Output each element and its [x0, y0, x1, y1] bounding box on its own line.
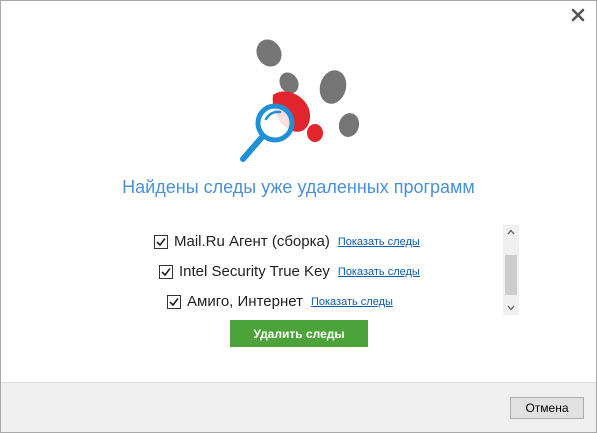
footprints-magnifier-icon: [240, 39, 360, 162]
checkmark-icon: [169, 297, 179, 306]
item-checkbox[interactable]: [167, 294, 181, 309]
chevron-down-icon: [507, 305, 515, 311]
program-list: Mail.Ru Агент (сборка) Показать следы In…: [111, 225, 517, 315]
program-name: Mail.Ru Агент (сборка): [174, 233, 330, 250]
scroll-up-button[interactable]: [503, 225, 519, 239]
delete-traces-button[interactable]: Удалить следы: [230, 320, 368, 347]
program-name: Амиго, Интернет: [187, 293, 303, 310]
dialog-footer: Отмена: [1, 382, 596, 432]
scroll-thumb[interactable]: [505, 255, 517, 295]
hero-illustration: [231, 35, 371, 165]
item-checkbox[interactable]: [154, 234, 168, 249]
program-name: Intel Security True Key: [179, 263, 330, 280]
list-item: Амиго, Интернет Показать следы: [167, 293, 393, 310]
dialog-title: Найдены следы уже удаленных программ: [122, 177, 475, 197]
list-scrollbar[interactable]: [503, 225, 519, 315]
scroll-down-button[interactable]: [503, 301, 519, 315]
show-traces-link[interactable]: Показать следы: [338, 236, 420, 248]
chevron-up-icon: [507, 229, 515, 235]
show-traces-link[interactable]: Показать следы: [311, 296, 393, 308]
item-checkbox[interactable]: [159, 264, 173, 279]
show-traces-link[interactable]: Показать следы: [338, 266, 420, 278]
close-icon: [571, 8, 585, 22]
cancel-button[interactable]: Отмена: [510, 397, 584, 419]
list-item: Mail.Ru Агент (сборка) Показать следы: [154, 233, 420, 250]
checkmark-icon: [161, 267, 171, 276]
list-item: Intel Security True Key Показать следы: [159, 263, 420, 280]
dialog-window: Найдены следы уже удаленных программ Mai…: [0, 0, 597, 433]
close-button[interactable]: [570, 7, 586, 23]
checkmark-icon: [156, 237, 166, 246]
